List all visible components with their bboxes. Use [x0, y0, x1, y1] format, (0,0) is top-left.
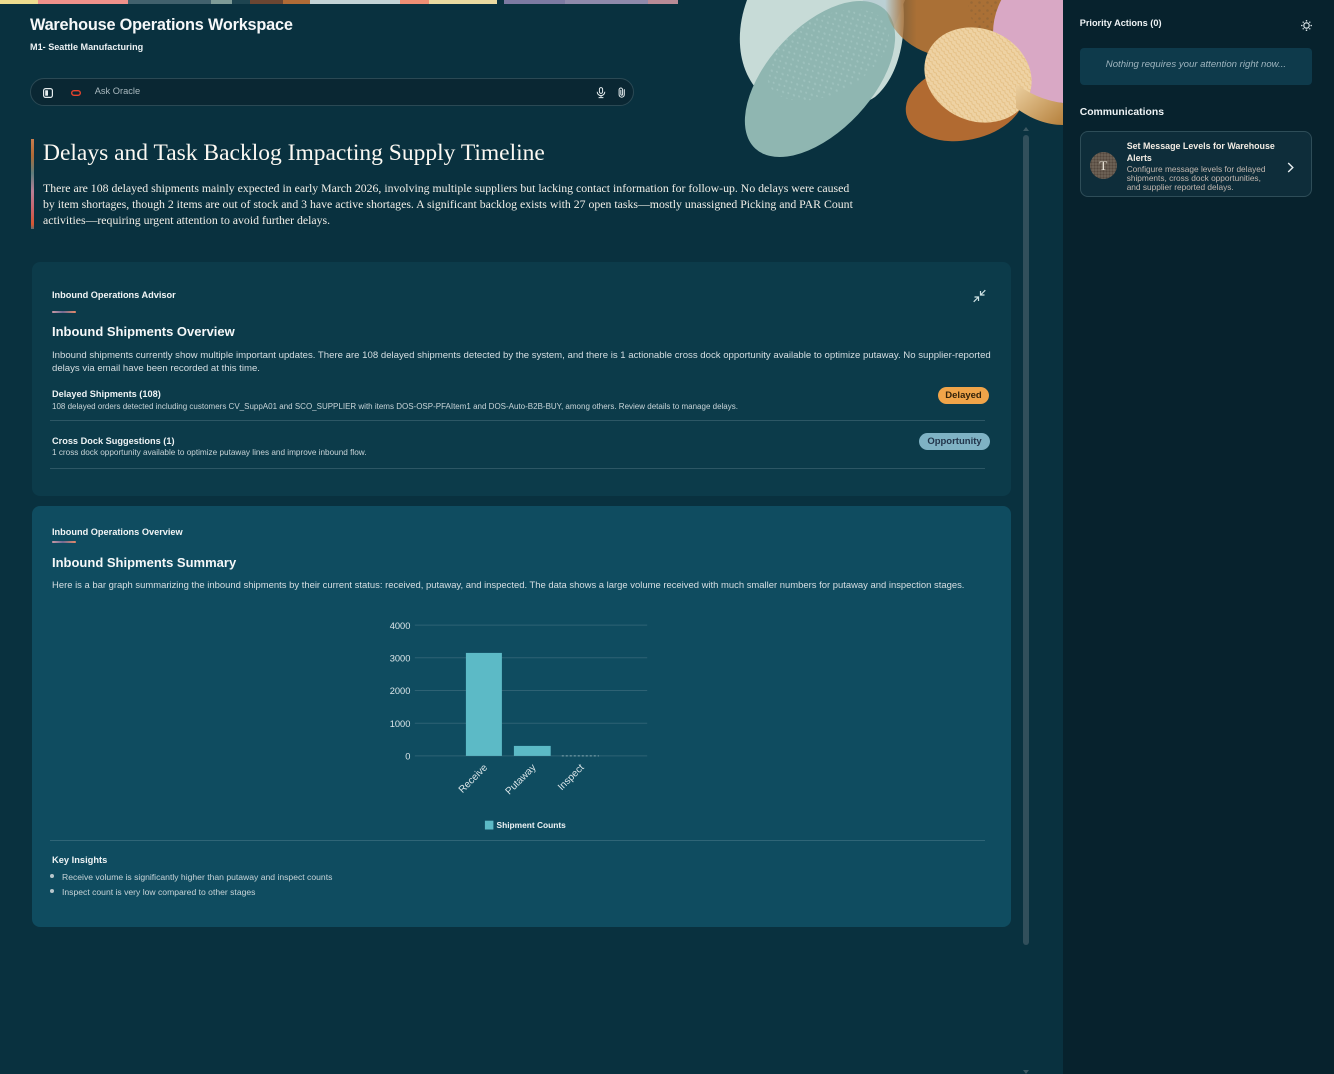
svg-text:0: 0 [405, 752, 410, 762]
svg-text:Inspect: Inspect [556, 762, 587, 793]
svg-text:1000: 1000 [390, 719, 411, 729]
svg-text:Putaway: Putaway [504, 762, 539, 797]
svg-text:Receive: Receive [457, 762, 491, 796]
svg-text:3000: 3000 [390, 654, 411, 664]
svg-text:Shipment Counts: Shipment Counts [497, 820, 567, 830]
svg-text:2000: 2000 [390, 686, 411, 696]
svg-text:4000: 4000 [390, 621, 411, 631]
